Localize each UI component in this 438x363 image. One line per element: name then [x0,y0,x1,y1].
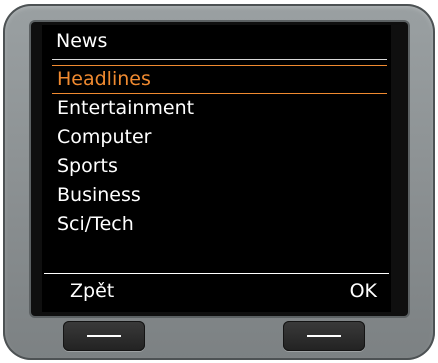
ok-softkey[interactable]: OK [350,275,377,307]
softkey-bar: Zpět OK [42,275,391,307]
news-menu: Headlines Entertainment Computer Sports … [42,65,391,239]
dash-icon [87,335,121,337]
title-divider [52,59,387,60]
back-softkey[interactable]: Zpět [70,275,114,307]
left-hardware-key[interactable] [63,321,145,351]
screen-title: News [56,30,108,52]
menu-item-sports[interactable]: Sports [42,152,391,181]
menu-item-business[interactable]: Business [42,181,391,210]
softkey-divider [44,273,389,274]
right-hardware-key[interactable] [283,321,365,351]
display-screen: News Headlines Entertainment Computer Sp… [42,25,391,312]
dash-icon [307,335,341,337]
menu-item-entertainment[interactable]: Entertainment [42,94,391,123]
menu-item-sci-tech[interactable]: Sci/Tech [42,210,391,239]
menu-item-computer[interactable]: Computer [42,123,391,152]
menu-item-headlines[interactable]: Headlines [42,65,391,94]
